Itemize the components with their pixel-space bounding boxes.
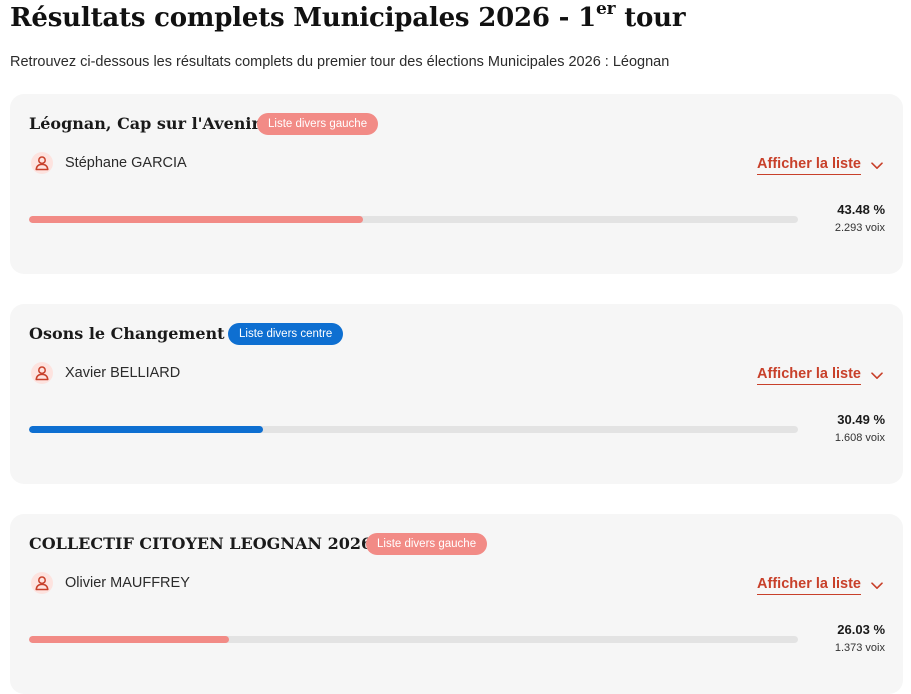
page-title-end: tour (615, 3, 686, 33)
list-name: Osons le Changement (29, 324, 225, 343)
show-list-label: Afficher la liste (757, 366, 861, 385)
vote-percentage: 30.49 % (837, 412, 885, 427)
candidate-name: Xavier BELLIARD (65, 365, 181, 381)
chevron-down-icon (871, 581, 883, 590)
candidate-row: Stéphane GARCIA (31, 150, 187, 176)
party-badge: Liste divers gauche (366, 533, 488, 555)
progress-bar-fill (29, 426, 264, 433)
show-list-label: Afficher la liste (757, 576, 861, 595)
result-card: Léognan, Cap sur l'Avenir Liste divers g… (10, 94, 903, 274)
result-card: Osons le Changement Liste divers centre … (10, 304, 903, 484)
show-list-button[interactable]: Afficher la liste (757, 366, 883, 385)
person-icon (31, 362, 53, 384)
candidate-row: Xavier BELLIARD (31, 360, 180, 386)
candidate-row: Olivier MAUFFREY (31, 570, 190, 596)
result-card: COLLECTIF CITOYEN LEOGNAN 2026 Liste div… (10, 514, 903, 694)
list-name: Léognan, Cap sur l'Avenir (29, 114, 260, 133)
progress-bar-fill (29, 216, 364, 223)
page-title-main: Résultats complets Municipales 2026 - 1 (10, 3, 596, 33)
vote-count: 1.608 voix (834, 432, 885, 444)
candidate-name: Stéphane GARCIA (65, 155, 187, 171)
chevron-down-icon (871, 371, 883, 380)
progress-bar (29, 426, 798, 433)
show-list-button[interactable]: Afficher la liste (757, 576, 883, 595)
show-list-label: Afficher la liste (757, 156, 861, 175)
page-title-superscript: er (595, 0, 616, 20)
page-title: Résultats complets Municipales 2026 - 1e… (10, 0, 686, 36)
page-subtitle: Retrouvez ci-dessous les résultats compl… (10, 54, 670, 70)
vote-count: 1.373 voix (834, 642, 885, 654)
progress-bar-fill (29, 636, 230, 643)
chevron-down-icon (871, 161, 883, 170)
vote-percentage: 43.48 % (837, 202, 885, 217)
vote-percentage: 26.03 % (837, 622, 885, 637)
vote-count: 2.293 voix (834, 222, 885, 234)
list-name: COLLECTIF CITOYEN LEOGNAN 2026 (29, 534, 373, 553)
person-icon (31, 152, 53, 174)
person-icon (31, 572, 53, 594)
progress-bar (29, 636, 798, 643)
party-badge: Liste divers gauche (257, 113, 379, 135)
progress-bar (29, 216, 798, 223)
party-badge: Liste divers centre (228, 323, 344, 345)
show-list-button[interactable]: Afficher la liste (757, 156, 883, 175)
candidate-name: Olivier MAUFFREY (65, 575, 190, 591)
